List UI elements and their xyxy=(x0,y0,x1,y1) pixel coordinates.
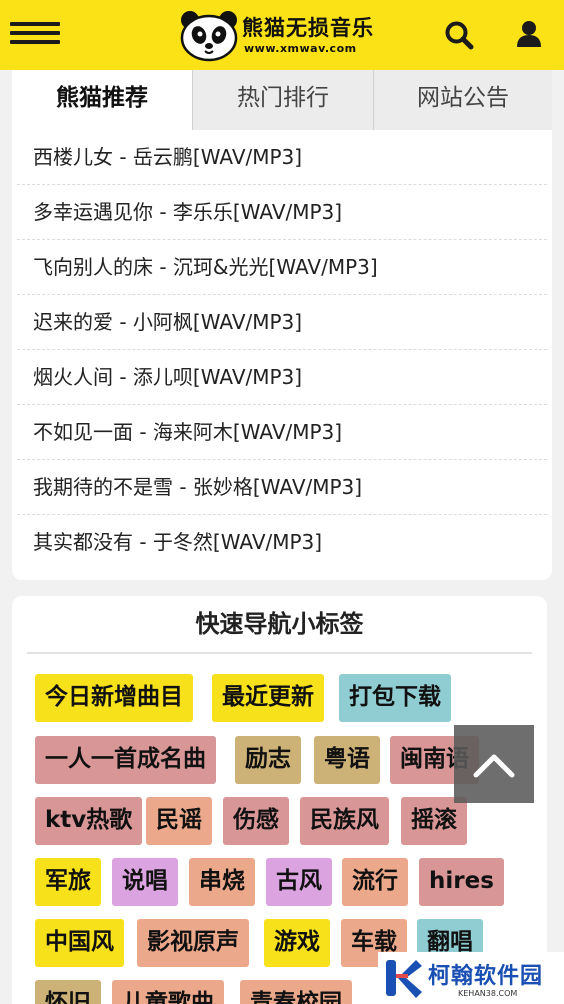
watermark-logo-icon xyxy=(386,960,422,998)
tab-bar: 熊猫推荐 热门排行 网站公告 xyxy=(12,70,552,130)
tag-link[interactable]: 民族风 xyxy=(300,797,389,845)
song-link[interactable]: 迟来的爱 - 小阿枫[WAV/MP3] xyxy=(17,295,547,350)
logo-text: 熊猫无损音乐 xyxy=(242,16,374,40)
song-link[interactable]: 飞向别人的床 - 沉珂&光光[WAV/MP3] xyxy=(17,240,547,295)
watermark: 柯翰软件园 KEHAN38.COM xyxy=(378,952,564,1004)
tag-link[interactable]: 说唱 xyxy=(112,858,178,906)
song-list: 西楼儿女 - 岳云鹏[WAV/MP3] 多幸运遇见你 - 李乐乐[WAV/MP3… xyxy=(17,130,547,570)
tab-announcements[interactable]: 网站公告 xyxy=(373,70,552,130)
tag-link[interactable]: 中国风 xyxy=(35,919,124,967)
tag-link[interactable]: 打包下载 xyxy=(339,674,451,722)
site-logo[interactable]: 熊猫无损音乐 www.xmwav.com xyxy=(178,6,388,64)
quick-nav-title: 快速导航小标签 xyxy=(195,610,364,638)
tag-link[interactable]: ktv热歌 xyxy=(35,797,143,845)
tag-link[interactable]: 励志 xyxy=(235,736,301,784)
search-icon[interactable] xyxy=(444,20,474,50)
tag-link[interactable]: 青春校园 xyxy=(240,980,352,1004)
menu-icon[interactable] xyxy=(10,22,60,48)
logo-domain: www.xmwav.com xyxy=(244,42,357,55)
tag-link[interactable]: 儿童歌曲 xyxy=(112,980,224,1004)
tag-link[interactable]: 粤语 xyxy=(314,736,380,784)
tag-link[interactable]: 流行 xyxy=(342,858,408,906)
tag-link[interactable]: 一人一首成名曲 xyxy=(35,736,216,784)
divider xyxy=(27,652,532,654)
tab-panda-recommend[interactable]: 熊猫推荐 xyxy=(12,70,192,130)
recommend-card: 熊猫推荐 热门排行 网站公告 西楼儿女 - 岳云鹏[WAV/MP3] 多幸运遇见… xyxy=(12,70,552,580)
top-header: 熊猫无损音乐 www.xmwav.com xyxy=(0,0,564,70)
panda-logo-icon xyxy=(180,11,238,62)
tag-link[interactable]: 摇滚 xyxy=(401,797,467,845)
tag-link[interactable]: 最近更新 xyxy=(212,674,324,722)
song-link[interactable]: 多幸运遇见你 - 李乐乐[WAV/MP3] xyxy=(17,185,547,240)
tag-link[interactable]: 影视原声 xyxy=(137,919,249,967)
tag-link[interactable]: 军旅 xyxy=(35,858,101,906)
back-to-top-button[interactable] xyxy=(454,725,534,803)
tag-link[interactable]: 民谣 xyxy=(146,797,212,845)
song-link[interactable]: 烟火人间 - 添儿呗[WAV/MP3] xyxy=(17,350,547,405)
tag-link[interactable]: 游戏 xyxy=(264,919,330,967)
song-link[interactable]: 西楼儿女 - 岳云鹏[WAV/MP3] xyxy=(17,130,547,185)
watermark-text: 柯翰软件园 xyxy=(428,964,544,989)
tab-hot-ranking[interactable]: 热门排行 xyxy=(192,70,373,130)
tag-link[interactable]: 古风 xyxy=(266,858,332,906)
chevron-up-icon xyxy=(473,754,515,778)
song-link[interactable]: 其实都没有 - 于冬然[WAV/MP3] xyxy=(17,515,547,570)
tag-link[interactable]: 今日新增曲目 xyxy=(35,674,193,722)
song-link[interactable]: 我期待的不是雪 - 张妙格[WAV/MP3] xyxy=(17,460,547,515)
tag-link[interactable]: 串烧 xyxy=(189,858,255,906)
user-icon[interactable] xyxy=(516,20,542,48)
tag-link[interactable]: hires xyxy=(419,858,504,906)
tag-link[interactable]: 怀旧 xyxy=(35,980,101,1004)
tag-link[interactable]: 伤感 xyxy=(223,797,289,845)
song-link[interactable]: 不如见一面 - 海来阿木[WAV/MP3] xyxy=(17,405,547,460)
watermark-sub: KEHAN38.COM xyxy=(458,989,518,998)
